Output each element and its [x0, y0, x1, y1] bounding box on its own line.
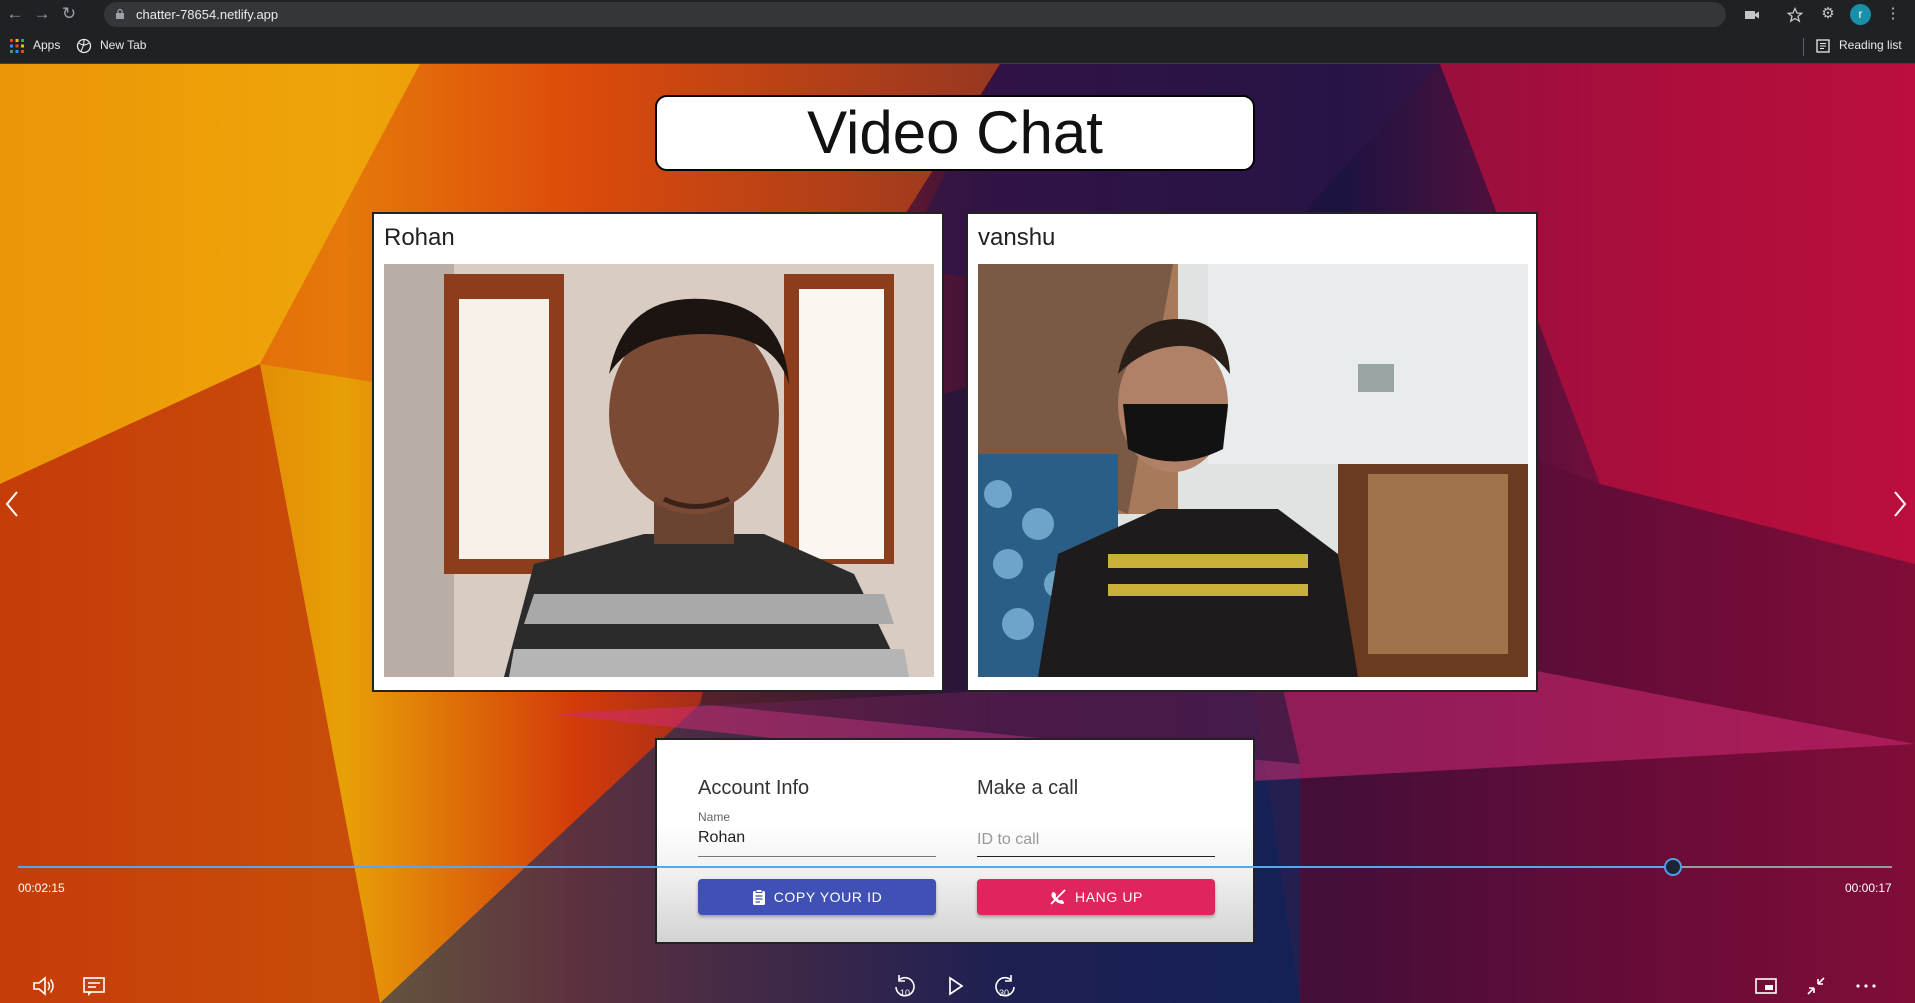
bookmark-apps[interactable]: Apps [33, 38, 60, 52]
hang-up-label: HANG UP [1075, 889, 1143, 905]
new-tab-globe-icon [76, 38, 92, 54]
previous-arrow-icon[interactable] [2, 484, 22, 524]
webcam-image-remote [978, 264, 1528, 677]
video-feed-local [384, 264, 934, 677]
browser-menu-icon[interactable]: ⋮ [1883, 4, 1903, 24]
more-options-icon[interactable] [1852, 972, 1880, 1000]
clipboard-icon [752, 888, 765, 905]
url-text: chatter-78654.netlify.app [136, 7, 279, 22]
copy-id-button[interactable]: COPY YOUR ID [698, 879, 936, 915]
name-field-label: Name [698, 810, 731, 824]
skip-back-10-icon[interactable]: 10 [891, 972, 919, 1000]
account-info-heading: Account Info [698, 777, 810, 799]
phone-off-icon [1050, 889, 1066, 905]
mini-view-icon[interactable] [1752, 972, 1780, 1000]
seek-progress [18, 866, 1675, 868]
exit-fullscreen-icon[interactable] [1802, 972, 1830, 1000]
skip-back-label: 10 [900, 988, 910, 998]
name-field[interactable]: Rohan [698, 829, 745, 847]
name-field-underline [698, 856, 936, 857]
app-title-box: Video Chat [655, 95, 1255, 171]
play-icon[interactable] [941, 972, 969, 1000]
forward-icon[interactable]: → [31, 3, 53, 25]
video-feed-remote [978, 264, 1528, 677]
reload-icon[interactable]: ↻ [58, 3, 80, 25]
video-card-remote: vanshu [966, 212, 1538, 692]
bookmarks-bar: Apps New Tab Reading list [0, 29, 1915, 64]
camera-indicator-icon[interactable] [1744, 7, 1760, 23]
bookmark-new-tab[interactable]: New Tab [100, 38, 146, 52]
elapsed-time: 00:02:15 [18, 881, 65, 895]
app-title: Video Chat [807, 99, 1103, 166]
make-call-heading: Make a call [977, 777, 1079, 799]
seek-thumb[interactable] [1664, 858, 1682, 876]
bookmark-star-icon[interactable] [1787, 7, 1803, 23]
remaining-time: 00:00:17 [1845, 881, 1892, 895]
video-card-local: Rohan [372, 212, 944, 692]
extensions-icon[interactable]: ⚙ [1818, 4, 1838, 24]
video-player-frame: Video Chat Rohan vanshu Account Info Mak… [0, 64, 1915, 1003]
skip-forward-30-icon[interactable]: 30 [991, 972, 1019, 1000]
skip-forward-label: 30 [999, 988, 1009, 998]
video-name-local: Rohan [384, 224, 455, 251]
controls-panel: Account Info Make a call Name Rohan ID t… [655, 738, 1255, 944]
copy-id-label: COPY YOUR ID [773, 889, 883, 905]
id-to-call-underline [977, 856, 1215, 857]
id-to-call-input[interactable]: ID to call [977, 831, 1039, 849]
bookmarks-divider [1803, 38, 1804, 56]
video-name-remote: vanshu [978, 224, 1056, 251]
apps-grid-icon[interactable] [9, 38, 25, 54]
address-bar[interactable]: chatter-78654.netlify.app [104, 2, 1803, 27]
profile-avatar[interactable]: r [1850, 4, 1871, 25]
reading-list-icon[interactable] [1815, 38, 1831, 54]
webcam-image-local [384, 264, 934, 677]
captions-icon[interactable] [80, 972, 108, 1000]
hang-up-button[interactable]: HANG UP [977, 879, 1215, 915]
reading-list-label[interactable]: Reading list [1839, 38, 1902, 52]
back-icon[interactable]: ← [4, 3, 26, 25]
lock-icon [116, 9, 124, 19]
next-arrow-icon[interactable] [1890, 484, 1910, 524]
browser-toolbar: ← → ↻ chatter-78654.netlify.app ⚙ r ⋮ [0, 0, 1915, 29]
volume-icon[interactable] [30, 972, 58, 1000]
